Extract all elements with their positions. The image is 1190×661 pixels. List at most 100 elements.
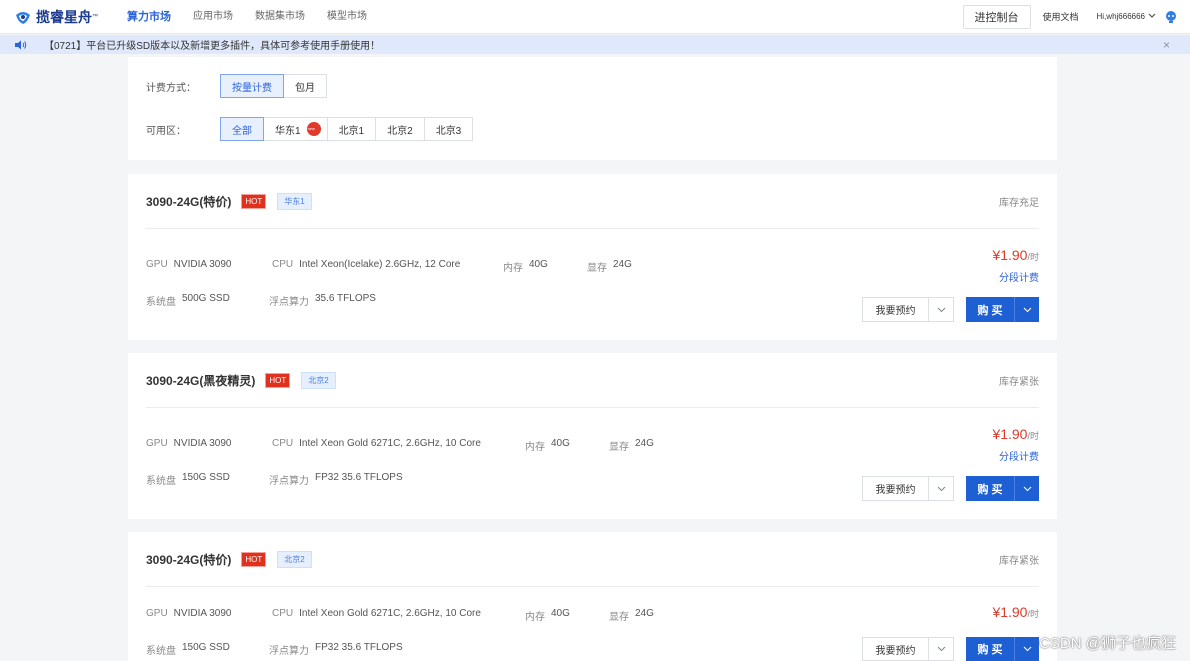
buy-label: 购 买 bbox=[966, 476, 1015, 501]
hot-badge: HOT bbox=[241, 193, 267, 209]
stock-status: 库存紧张 bbox=[999, 555, 1039, 567]
gpu-label: GPU bbox=[146, 259, 168, 270]
tiered-pricing-link[interactable]: 分段计费 bbox=[999, 448, 1039, 463]
price-value: ¥1.90 bbox=[992, 426, 1028, 442]
region-tag: 北京2 bbox=[301, 371, 336, 389]
region-option-all[interactable]: 全部 bbox=[220, 117, 264, 141]
memory-label: 内存 bbox=[525, 442, 545, 453]
product-title: 3090-24G(特价) bbox=[146, 552, 232, 567]
spec-row-secondary: 系统盘 500G SSD 浮点算力 35.6 TFLOPS bbox=[146, 293, 376, 308]
console-button[interactable]: 进控制台 bbox=[962, 4, 1031, 29]
memory-label: 内存 bbox=[525, 612, 545, 623]
top-navigation-bar: 揽睿星舟 ™ 算力市场 应用市场 数据集市场 模型市场 进控制台 使用文档 Hi… bbox=[0, 0, 1190, 34]
stock-status: 库存紧张 bbox=[999, 376, 1039, 388]
billing-option-monthly[interactable]: 包月 bbox=[283, 74, 327, 98]
flops-label: 浮点算力 bbox=[269, 476, 309, 487]
nav-right-group: 进控制台 使用文档 Hi,whj666666 bbox=[962, 0, 1190, 34]
chevron-down-icon[interactable] bbox=[1015, 637, 1039, 661]
region-option-beijing2[interactable]: 北京2 bbox=[375, 117, 425, 141]
region-option-beijing1[interactable]: 北京1 bbox=[326, 117, 377, 141]
speaker-icon bbox=[14, 40, 28, 50]
gpu-label: GPU bbox=[146, 438, 168, 449]
nav-item-compute-market[interactable]: 算力市场 bbox=[116, 0, 182, 34]
chevron-down-icon bbox=[1148, 12, 1156, 21]
buy-button[interactable]: 购 买 bbox=[966, 637, 1039, 661]
billing-option-pay-as-you-go[interactable]: 按量计费 bbox=[220, 74, 284, 98]
product-card: 3090-24G(特价) HOT 北京2 库存紧张 GPU NVIDIA 3090… bbox=[128, 532, 1057, 661]
cpu-label: CPU bbox=[272, 608, 294, 619]
price-value: ¥1.90 bbox=[992, 604, 1028, 620]
flops-label: 浮点算力 bbox=[269, 297, 309, 308]
tiered-pricing-link[interactable]: 分段计费 bbox=[999, 269, 1039, 284]
product-title: 3090-24G(特价) bbox=[146, 194, 232, 209]
region-filter-row: 可用区： 全部 华东1 北京1 北京2 北京3 bbox=[146, 117, 474, 141]
flops-value: FP32 35.6 TFLOPS bbox=[315, 642, 403, 653]
nav-item-app-market[interactable]: 应用市场 bbox=[182, 0, 244, 34]
spec-row-primary: GPU NVIDIA 3090 CPU Intel Xeon Gold 6271C,… bbox=[146, 438, 654, 453]
gpu-value: NVIDIA 3090 bbox=[173, 608, 232, 619]
cpu-label: CPU bbox=[272, 259, 294, 270]
region-tag: 华东1 bbox=[277, 192, 312, 210]
spec-row-secondary: 系统盘 150G SSD 浮点算力 FP32 35.6 TFLOPS bbox=[146, 472, 403, 487]
hot-badge: HOT bbox=[265, 372, 291, 388]
chevron-down-icon[interactable] bbox=[929, 638, 953, 660]
region-option-huadong1[interactable]: 华东1 bbox=[263, 117, 328, 141]
chevron-down-icon[interactable] bbox=[929, 298, 953, 321]
region-tag: 北京2 bbox=[277, 550, 312, 568]
logo-text: 揽睿星舟 bbox=[36, 9, 92, 26]
product-title: 3090-24G(黑夜精灵) bbox=[146, 373, 256, 388]
reserve-button[interactable]: 我要预约 bbox=[862, 476, 954, 501]
region-option-label: 华东1 bbox=[275, 125, 301, 137]
region-options: 全部 华东1 北京1 北京2 北京3 bbox=[220, 117, 474, 141]
buy-button[interactable]: 购 买 bbox=[966, 476, 1039, 501]
buy-button[interactable]: 购 买 bbox=[966, 297, 1039, 322]
disk-label: 系统盘 bbox=[146, 476, 176, 487]
vram-value: 24G bbox=[635, 608, 654, 619]
assistant-bot-icon[interactable] bbox=[1164, 10, 1178, 24]
flops-value: 35.6 TFLOPS bbox=[315, 293, 376, 304]
nav-item-dataset-market[interactable]: 数据集市场 bbox=[244, 0, 316, 34]
region-option-beijing3[interactable]: 北京3 bbox=[423, 117, 474, 141]
price: ¥1.90/时 bbox=[992, 247, 1039, 263]
chevron-down-icon[interactable] bbox=[1015, 297, 1039, 322]
price: ¥1.90/时 bbox=[992, 604, 1039, 620]
chevron-down-icon[interactable] bbox=[1015, 476, 1039, 501]
gpu-value: NVIDIA 3090 bbox=[173, 438, 232, 449]
disk-label: 系统盘 bbox=[146, 646, 176, 657]
docs-link[interactable]: 使用文档 bbox=[1043, 10, 1079, 23]
billing-options: 按量计费 包月 bbox=[220, 74, 327, 98]
flops-label: 浮点算力 bbox=[269, 646, 309, 657]
buy-label: 购 买 bbox=[966, 297, 1015, 322]
reserve-button[interactable]: 我要预约 bbox=[862, 297, 954, 322]
stock-status: 库存充足 bbox=[999, 197, 1039, 209]
spec-row-primary: GPU NVIDIA 3090 CPU Intel Xeon(Icelake) 2.… bbox=[146, 259, 632, 274]
main-nav: 算力市场 应用市场 数据集市场 模型市场 bbox=[116, 0, 378, 34]
memory-value: 40G bbox=[551, 608, 570, 619]
gpu-label: GPU bbox=[146, 608, 168, 619]
price-unit: /时 bbox=[1027, 609, 1039, 619]
hot-badge: HOT bbox=[241, 551, 267, 567]
user-menu[interactable]: Hi,whj666666 bbox=[1097, 12, 1156, 21]
vram-value: 24G bbox=[613, 259, 632, 270]
logo[interactable]: 揽睿星舟 ™ bbox=[14, 7, 114, 27]
chevron-down-icon[interactable] bbox=[929, 477, 953, 500]
reserve-label: 我要预约 bbox=[863, 638, 929, 660]
cpu-value: Intel Xeon(Icelake) 2.6GHz, 12 Core bbox=[299, 259, 461, 270]
disk-value: 150G SSD bbox=[182, 472, 230, 483]
new-fire-icon bbox=[306, 122, 321, 136]
price-unit: /时 bbox=[1027, 252, 1039, 262]
disk-value: 150G SSD bbox=[182, 642, 230, 653]
billing-label: 计费方式： bbox=[146, 82, 196, 94]
reserve-button[interactable]: 我要预约 bbox=[862, 637, 954, 661]
announcement-text: 【0721】平台已升级SD版本以及新增更多插件，具体可参考使用手册使用！ bbox=[44, 41, 381, 52]
cpu-value: Intel Xeon Gold 6271C, 2.6GHz, 10 Core bbox=[299, 438, 481, 449]
price-unit: /时 bbox=[1027, 431, 1039, 441]
logo-trademark: ™ bbox=[92, 13, 98, 20]
vram-label: 显存 bbox=[587, 263, 607, 274]
nav-item-model-market[interactable]: 模型市场 bbox=[316, 0, 378, 34]
announcement-bar: 【0721】平台已升级SD版本以及新增更多插件，具体可参考使用手册使用！ × bbox=[0, 35, 1190, 54]
user-name-label: Hi,whj666666 bbox=[1096, 12, 1145, 21]
cpu-value: Intel Xeon Gold 6271C, 2.6GHz, 10 Core bbox=[299, 608, 481, 619]
close-icon[interactable]: × bbox=[1163, 38, 1170, 52]
reserve-label: 我要预约 bbox=[863, 477, 929, 500]
